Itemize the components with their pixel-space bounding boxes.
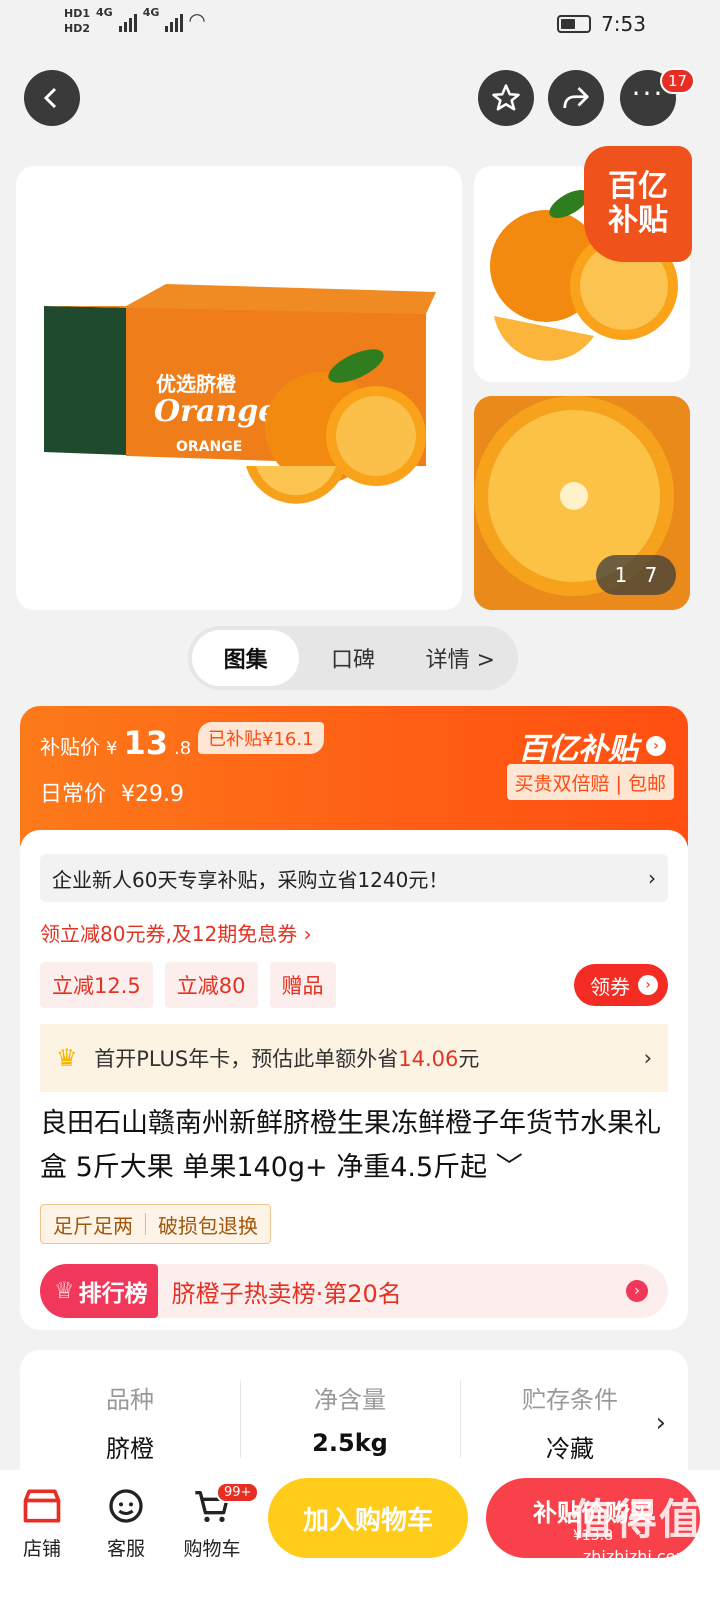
get-coupon-label: 领券 [590,974,630,999]
store-icon [23,1489,61,1523]
plus-text: 首开PLUS年卡，预估此单额外省 [94,1047,399,1071]
store-label: 店铺 [22,1538,61,1560]
enterprise-promo-text: 企业新人60天专享补贴，采购立省1240元！ [52,867,449,892]
plus-text-suffix: 元 [458,1047,480,1071]
clock: 7:53 [601,12,646,36]
watermark-logo: 值得值 [570,1495,703,1544]
share-icon [563,87,589,109]
status-bar: HD1 HD2 4G 4G ◠ 7:53 [0,0,720,50]
counter-current: 1 [614,563,628,587]
daily-price-label: 日常价 [40,782,107,807]
cart-count-badge: 99+ [216,1482,260,1503]
orange-box-image: 优选脐橙 Orange ORANGE [44,284,436,504]
enterprise-promo[interactable]: 企业新人60天专享补贴，采购立省1240元！ › [40,854,668,902]
signal-icon-2 [165,10,184,32]
chevron-right-icon: › [626,1280,648,1302]
cart-label: 购物车 [183,1538,241,1560]
crown-icon: ♛ [56,1044,78,1072]
box-side-text: ORANGE [176,439,242,455]
hd2-label: HD2 [64,22,90,35]
customer-service-button[interactable]: 客服 [86,1478,166,1561]
subsidy-price-label: 补贴价 [40,735,100,759]
chat-smile-icon [109,1489,143,1523]
favorite-button[interactable] [478,70,534,126]
get-coupon-button[interactable]: 领券 › [574,964,668,1006]
spec-key: 贮存条件 [522,1386,618,1414]
hd1-label: HD1 [64,7,90,20]
tab-details[interactable]: 详情 > [407,630,514,686]
store-button[interactable]: 店铺 [2,1478,82,1561]
wifi-icon: ◠ [189,8,205,32]
spec-storage: 贮存条件 冷藏 [460,1380,680,1480]
chevron-right-icon: › [643,1046,652,1070]
battery-icon [557,15,592,33]
chevron-right-icon: › [648,866,656,890]
spec-key: 品种 [106,1386,154,1414]
spec-value: 脐橙 [106,1435,154,1463]
product-title[interactable]: 良田石山赣南州新鲜脐橙生果冻鲜橙子年货节水果礼盒 5斤大果 单果140g+ 净重… [40,1102,674,1190]
cart-button[interactable]: 99+ 购物车 [172,1478,260,1561]
chevron-left-icon [43,87,57,109]
price-integer: 13 [123,724,168,762]
tag-damage-refund: 破损包退换 [158,1213,258,1238]
corner-line-2: 补贴 [608,203,668,238]
chevron-right-icon: › [655,1408,666,1438]
notification-badge: 17 [660,68,696,94]
add-to-cart-button[interactable]: 加入购物车 [268,1478,468,1558]
ranking-bar[interactable]: ♕ 排行榜 脐橙子热卖榜·第20名 › [40,1264,668,1318]
service-tags[interactable]: 足斤足两 破损包退换 [40,1204,271,1244]
plus-membership-bar[interactable]: ♛ 首开PLUS年卡，预估此单额外省14.06元 › [40,1024,668,1092]
service-label: 客服 [106,1538,145,1560]
spec-value: 2.5kg [312,1429,388,1457]
daily-price: ¥29.9 [121,782,184,807]
chip-discount-12-5[interactable]: 立减12.5 [40,962,153,1008]
star-icon [492,84,520,111]
subsidized-tag: 已补贴¥16.1 [198,722,324,754]
price-decimal: .8 [173,738,192,759]
plus-savings: 14.06 [398,1047,459,1071]
tab-gallery[interactable]: 图集 [192,630,300,686]
site-watermark: 值得值 zhizhizhi.com [562,1486,712,1566]
counter-total: 7 [644,563,658,587]
subsidy-brand: 百亿补贴 [518,732,638,767]
watermark-url: zhizhizhi.com [582,1547,692,1566]
ranking-badge: ♕ 排行榜 [40,1264,158,1318]
spec-value: 冷藏 [546,1435,594,1463]
chip-discount-80[interactable]: 立减80 [164,962,258,1008]
chip-gift[interactable]: 赠品 [269,962,336,1008]
chevron-right-icon: › [646,736,666,756]
network-1: 4G [96,6,113,19]
ranking-text: 脐橙子热卖榜·第20名 [171,1279,402,1308]
back-button[interactable] [24,70,80,126]
network-2: 4G [142,6,160,19]
currency-symbol: ¥ [106,738,118,759]
promo-chips: 立减12.5 立减80 赠品 [40,962,336,1008]
spec-key: 净含量 [314,1386,386,1414]
corner-line-1: 百亿 [608,169,668,204]
subsidy-guarantee: 买贵双倍赔 | 包邮 [506,764,674,800]
price-card: 补贴价 ¥ 13 .8 已补贴¥16.1 日常价 ¥29.9 百亿补贴 › 买贵… [20,706,688,846]
coupon-link[interactable]: 领立减80元券,及12期免息券 › [40,918,312,947]
box-text-cn: 优选脐橙 [156,372,237,396]
spec-table[interactable]: 品种 脐橙 净含量 2.5kg 贮存条件 冷藏 › [20,1350,688,1480]
tab-reviews[interactable]: 口碑 [299,630,406,686]
ranking-badge-label: 排行榜 [78,1281,148,1307]
tag-full-weight: 足斤足两 [53,1213,133,1238]
signal-icon [118,10,137,32]
product-image-main[interactable]: 优选脐橙 Orange ORANGE [16,166,462,610]
media-tabs: 图集 口碑 详情 > [188,626,518,690]
product-info-card: 企业新人60天专享补贴，采购立省1240元！ › 领立减80元券,及12期免息券… [20,830,688,1330]
trophy-icon: ♕ [54,1278,75,1304]
share-button[interactable] [548,70,604,126]
image-counter: 1 7 [596,555,676,595]
subsidy-brand-link[interactable]: 百亿补贴 › [518,724,666,768]
spec-net-weight: 净含量 2.5kg [240,1380,460,1480]
chevron-right-icon: › [638,975,658,995]
box-text-en: Orange [154,394,277,429]
subsidy-corner-badge: 百亿 补贴 [584,146,692,262]
spec-variety: 品种 脐橙 [20,1380,240,1480]
